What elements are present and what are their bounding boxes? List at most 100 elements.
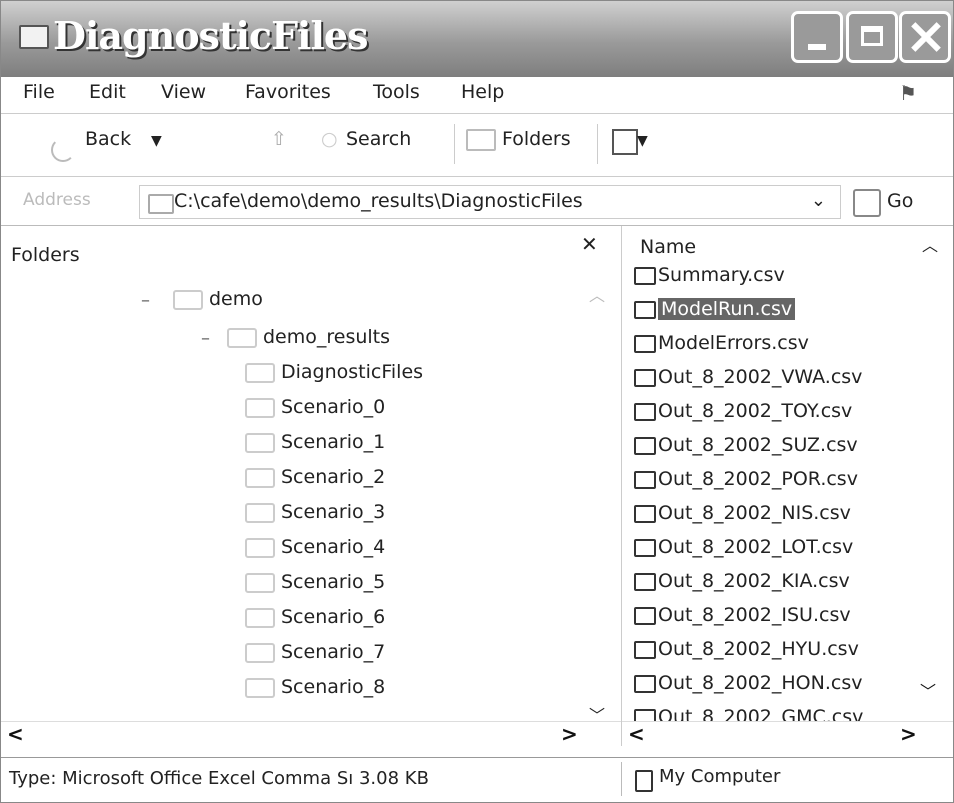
file-row[interactable]: ModelErrors.csv — [634, 332, 809, 362]
folders-pane: Folders ✕ ︿ – demo – demo_results Diagno… — [1, 226, 622, 746]
folder-icon — [245, 362, 275, 383]
status-bar: Type: Microsoft Office Excel Comma Sı 3.… — [1, 757, 953, 802]
column-header-name[interactable]: Name — [640, 236, 696, 258]
tree-item-scenario-7[interactable]: Scenario_7 — [245, 641, 385, 663]
toolbar: Back ▼ ⇧ ○ Search Folders ▼ — [1, 114, 953, 177]
go-button[interactable]: Go — [887, 190, 913, 212]
file-row[interactable]: Out_8_2002_SUZ.csv — [634, 434, 858, 464]
folders-button-label: Folders — [502, 128, 571, 150]
file-name: Out_8_2002_HON.csv — [658, 672, 863, 694]
folder-icon — [173, 289, 203, 310]
file-name: Out_8_2002_VWA.csv — [658, 366, 863, 388]
tree-item-scenario-1[interactable]: Scenario_1 — [245, 431, 385, 453]
tree-item-scenario-8[interactable]: Scenario_8 — [245, 676, 385, 698]
tree-item-scenario-4[interactable]: Scenario_4 — [245, 536, 385, 558]
menu-edit[interactable]: Edit — [89, 81, 126, 103]
file-row[interactable]: Out_8_2002_POR.csv — [634, 468, 858, 498]
tree-item-label: demo_results — [263, 326, 391, 348]
maximize-button[interactable] — [846, 11, 898, 63]
file-name: Out_8_2002_NIS.csv — [658, 502, 851, 524]
tree-item-scenario-6[interactable]: Scenario_6 — [245, 606, 385, 628]
scroll-down-arrow[interactable]: ﹀ — [920, 678, 936, 702]
tree-item-label: Scenario_2 — [281, 466, 386, 488]
close-button[interactable] — [899, 11, 951, 63]
file-row[interactable]: Out_8_2002_LOT.csv — [634, 536, 853, 566]
file-row[interactable]: Summary.csv — [634, 264, 785, 294]
menu-favorites[interactable]: Favorites — [245, 81, 331, 103]
views-dropdown-icon[interactable]: ▼ — [637, 133, 648, 149]
file-name: ModelRun.csv — [658, 298, 796, 320]
excel-csv-icon — [634, 674, 656, 693]
back-arrow-icon[interactable] — [51, 138, 75, 162]
folder-icon — [245, 607, 275, 628]
tree-item-scenario-3[interactable]: Scenario_3 — [245, 501, 385, 523]
tree-item-label: Scenario_6 — [281, 606, 386, 628]
views-icon[interactable] — [612, 129, 638, 155]
file-row[interactable]: Out_8_2002_GMC.csv — [634, 706, 863, 722]
tree-item-demo[interactable]: demo — [173, 288, 263, 310]
title-bar[interactable]: DiagnosticFiles — [1, 1, 953, 77]
file-row[interactable]: Out_8_2002_VWA.csv — [634, 366, 862, 396]
back-button[interactable]: Back — [85, 128, 131, 150]
excel-csv-icon — [634, 402, 656, 421]
minimize-button[interactable] — [791, 11, 843, 63]
folders-horizontal-scrollbar[interactable]: < > — [1, 721, 621, 746]
tree-item-label: Scenario_8 — [281, 676, 386, 698]
excel-csv-icon — [634, 708, 656, 722]
tree-item-label: Scenario_4 — [281, 536, 386, 558]
back-dropdown-icon[interactable]: ▼ — [151, 133, 162, 149]
menu-file[interactable]: File — [23, 81, 55, 103]
tree-item-scenario-2[interactable]: Scenario_2 — [245, 466, 385, 488]
go-arrow-icon[interactable] — [853, 189, 881, 217]
scroll-right-arrow[interactable]: > — [900, 722, 917, 746]
address-bar: Address C:\cafe\demo\demo_results\Diagno… — [1, 177, 953, 226]
file-row[interactable]: Out_8_2002_KIA.csv — [634, 570, 850, 600]
scroll-left-arrow[interactable]: < — [7, 722, 24, 746]
tree-item-label: DiagnosticFiles — [281, 361, 424, 383]
tree-collapse-icon[interactable]: – — [141, 290, 150, 311]
file-row[interactable]: Out_8_2002_ISU.csv — [634, 604, 851, 634]
folder-icon — [227, 327, 257, 348]
folder-icon — [245, 432, 275, 453]
scroll-up-arrow[interactable]: ︿ — [922, 232, 938, 256]
file-name: Out_8_2002_SUZ.csv — [658, 434, 858, 456]
files-horizontal-scrollbar[interactable]: < > — [622, 721, 953, 746]
window-title: DiagnosticFiles — [53, 13, 368, 58]
file-row-selected[interactable]: ModelRun.csv — [634, 298, 796, 328]
my-computer-icon — [635, 770, 653, 792]
address-dropdown-icon[interactable]: ⌄ — [811, 190, 826, 211]
excel-csv-icon — [634, 470, 656, 489]
scroll-left-arrow[interactable]: < — [628, 722, 645, 746]
folders-icon — [466, 128, 496, 151]
file-row[interactable]: Out_8_2002_TOY.csv — [634, 400, 852, 430]
menu-help[interactable]: Help — [461, 81, 504, 103]
address-field[interactable]: C:\cafe\demo\demo_results\DiagnosticFile… — [139, 185, 841, 219]
excel-csv-icon — [634, 640, 656, 659]
tree-collapse-icon[interactable]: – — [201, 328, 210, 349]
tree-item-scenario-5[interactable]: Scenario_5 — [245, 571, 385, 593]
menu-view[interactable]: View — [161, 81, 206, 103]
address-path[interactable]: C:\cafe\demo\demo_results\DiagnosticFile… — [174, 190, 583, 212]
folders-button[interactable]: Folders — [466, 128, 571, 151]
scroll-right-arrow[interactable]: > — [561, 722, 578, 746]
folder-icon — [245, 537, 275, 558]
file-row[interactable]: Out_8_2002_HYU.csv — [634, 638, 859, 668]
file-name: Out_8_2002_TOY.csv — [658, 400, 853, 422]
tree-item-label: Scenario_0 — [281, 396, 386, 418]
tree-item-label: Scenario_7 — [281, 641, 386, 663]
menu-tools[interactable]: Tools — [373, 81, 420, 103]
tree-item-scenario-0[interactable]: Scenario_0 — [245, 396, 385, 418]
folder-icon — [245, 642, 275, 663]
tree-item-diagnosticfiles[interactable]: DiagnosticFiles — [245, 361, 423, 383]
file-row[interactable]: Out_8_2002_NIS.csv — [634, 502, 851, 532]
tree-item-demo-results[interactable]: demo_results — [227, 326, 390, 348]
search-button[interactable]: Search — [346, 128, 411, 150]
files-pane: Name ︿ Summary.csv ModelRun.csv ModelErr… — [622, 226, 953, 746]
status-separator — [621, 762, 622, 796]
excel-csv-icon — [634, 606, 656, 625]
scroll-up-arrow[interactable]: ︿ — [589, 282, 605, 306]
up-folder-icon[interactable]: ⇧ — [271, 128, 287, 150]
status-location: My Computer — [659, 766, 781, 787]
close-pane-icon[interactable]: ✕ — [581, 232, 598, 256]
file-row[interactable]: Out_8_2002_HON.csv — [634, 672, 862, 702]
